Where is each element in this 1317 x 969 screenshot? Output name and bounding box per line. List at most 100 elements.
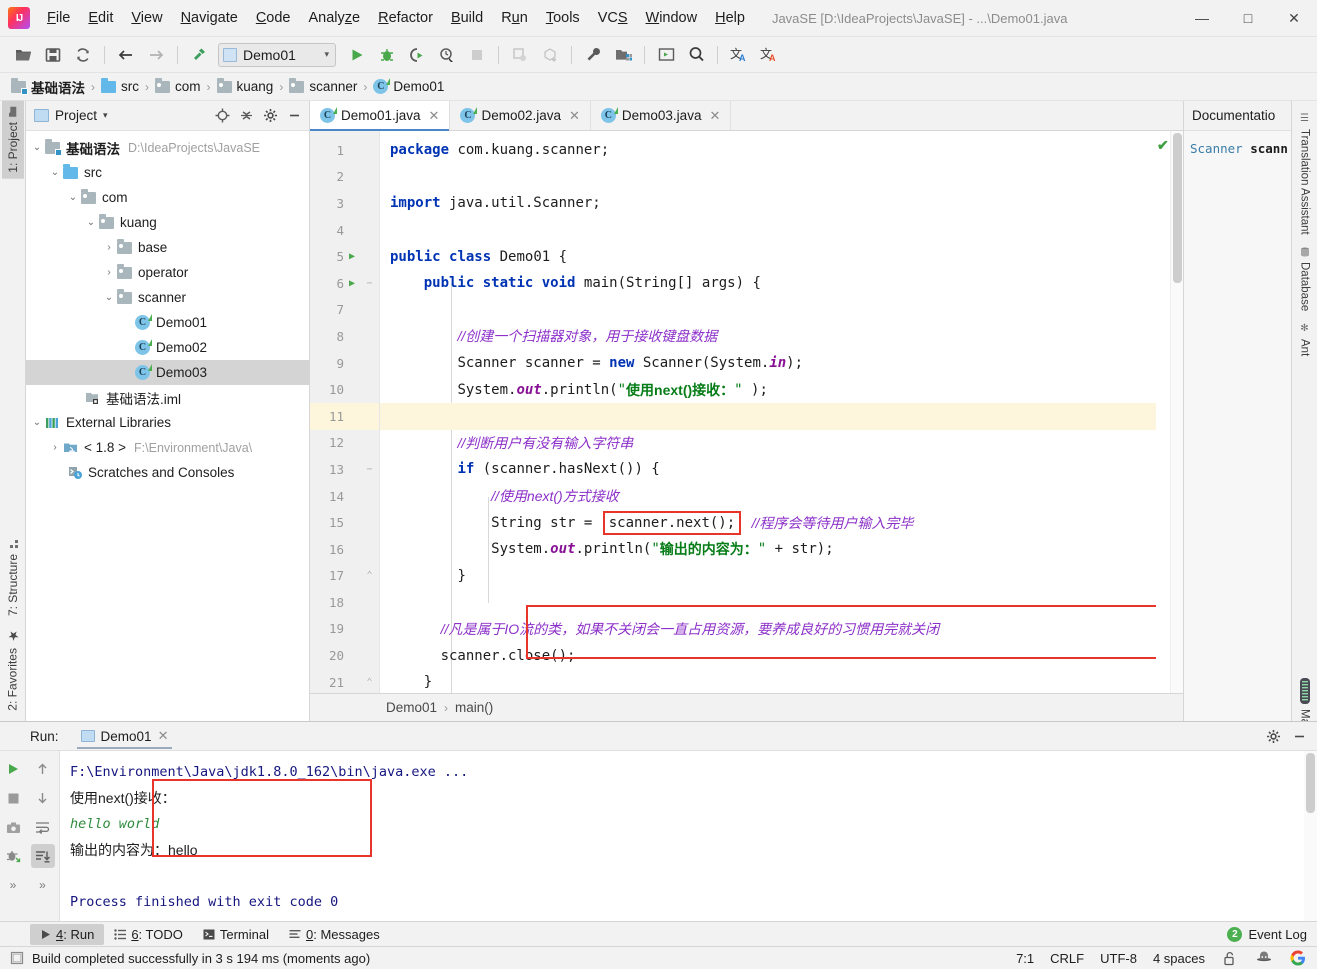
- menu-analyze[interactable]: Analyze: [300, 6, 370, 30]
- menu-code[interactable]: Code: [247, 6, 300, 30]
- settings-wrench-icon[interactable]: [579, 42, 607, 68]
- menu-file[interactable]: File: [38, 6, 79, 30]
- inspection-gutter[interactable]: ✔: [1156, 131, 1170, 693]
- twisty-icon[interactable]: ⌄: [66, 192, 80, 203]
- tree-item-com[interactable]: ⌄ com: [26, 185, 309, 210]
- breadcrumb-method[interactable]: main(): [455, 700, 493, 715]
- run-tab-demo01[interactable]: Demo01 ✕: [73, 724, 177, 748]
- tree-item-src[interactable]: ⌄ src: [26, 160, 309, 185]
- tree-item-demo03[interactable]: C Demo03: [26, 360, 309, 385]
- breadcrumb-src[interactable]: src: [98, 77, 142, 96]
- close-icon[interactable]: ✕: [707, 108, 722, 124]
- debug-icon[interactable]: [373, 42, 401, 68]
- soft-wrap-icon[interactable]: [31, 815, 55, 839]
- menu-tools[interactable]: Tools: [537, 6, 589, 30]
- close-button[interactable]: ✕: [1271, 0, 1317, 36]
- breadcrumb-class[interactable]: Demo01: [386, 700, 437, 715]
- stop-icon[interactable]: [1, 786, 25, 810]
- console-output[interactable]: F:\Environment\Java\jdk1.8.0_162\bin\jav…: [60, 751, 1317, 921]
- down-arrow-icon[interactable]: [31, 786, 55, 810]
- translate-replace-icon[interactable]: 文A: [755, 42, 783, 68]
- inspector-hat-icon[interactable]: [1255, 949, 1273, 967]
- tree-item-base[interactable]: › base: [26, 235, 309, 260]
- tool-window-run[interactable]: 4: Run: [30, 924, 104, 945]
- menu-refactor[interactable]: Refactor: [369, 6, 442, 30]
- sidebar-item-structure[interactable]: 7: Structure: [2, 532, 24, 622]
- scrollbar-thumb[interactable]: [1173, 133, 1182, 283]
- editor-scrollbar[interactable]: [1170, 131, 1183, 693]
- open-folder-icon[interactable]: [9, 42, 37, 68]
- tree-item-external-libraries[interactable]: ⌄ External Libraries: [26, 410, 309, 435]
- tool-window-messages[interactable]: 0: Messages: [279, 924, 390, 945]
- minimize-button[interactable]: —: [1179, 0, 1225, 36]
- run-configuration-selector[interactable]: Demo01 ▾: [218, 43, 336, 67]
- tree-item-demo02[interactable]: C Demo02: [26, 335, 309, 360]
- menu-build[interactable]: Build: [442, 6, 492, 30]
- tree-item-scanner[interactable]: ⌄ scanner: [26, 285, 309, 310]
- code-text-area[interactable]: package com.kuang.scanner; import java.u…: [380, 131, 1156, 693]
- commit-icon[interactable]: [536, 42, 564, 68]
- search-everywhere-icon[interactable]: [682, 42, 710, 68]
- maximize-button[interactable]: □: [1225, 0, 1271, 36]
- breadcrumb-demo01[interactable]: C Demo01: [370, 77, 447, 96]
- twisty-icon[interactable]: ⌄: [30, 142, 44, 153]
- google-icon[interactable]: [1289, 949, 1307, 967]
- tool-window-todo[interactable]: 6: TODO: [104, 924, 193, 945]
- breadcrumb-module[interactable]: 基础语法: [8, 75, 88, 99]
- more-icon[interactable]: »: [1, 873, 25, 897]
- menu-help[interactable]: Help: [706, 6, 754, 30]
- indent-indicator[interactable]: 4 spaces: [1153, 951, 1205, 966]
- console-icon[interactable]: [652, 42, 680, 68]
- menu-view[interactable]: View: [122, 6, 171, 30]
- event-log-label[interactable]: Event Log: [1248, 927, 1307, 942]
- locate-target-icon[interactable]: [211, 105, 233, 127]
- scroll-to-end-icon[interactable]: [31, 844, 55, 868]
- fold-icon[interactable]: −: [364, 278, 375, 289]
- forward-arrow-icon[interactable]: [142, 42, 170, 68]
- back-arrow-icon[interactable]: [112, 42, 140, 68]
- tree-item-iml[interactable]: 基础语法.iml: [26, 385, 309, 410]
- translate-icon[interactable]: 文A: [725, 42, 753, 68]
- project-structure-icon[interactable]: [609, 42, 637, 68]
- sidebar-item-favorites[interactable]: 2: Favorites ★: [1, 622, 24, 717]
- save-all-icon[interactable]: [39, 42, 67, 68]
- sidebar-item-translation-assistant[interactable]: ☰ Translation Assistant: [1295, 107, 1315, 241]
- run-icon[interactable]: [343, 42, 371, 68]
- twisty-icon[interactable]: ›: [48, 442, 62, 453]
- sidebar-item-database[interactable]: Database: [1295, 241, 1315, 317]
- twisty-icon[interactable]: ›: [102, 242, 116, 253]
- caret-position[interactable]: 7:1: [1016, 951, 1034, 966]
- twisty-icon[interactable]: ⌄: [102, 292, 116, 303]
- console-scrollbar[interactable]: [1304, 751, 1317, 921]
- menu-edit[interactable]: Edit: [79, 6, 122, 30]
- menu-window[interactable]: Window: [637, 6, 707, 30]
- more-icon[interactable]: »: [31, 873, 55, 897]
- scrollbar-thumb[interactable]: [1306, 753, 1315, 813]
- fold-icon[interactable]: −: [364, 464, 375, 475]
- tree-item-operator[interactable]: › operator: [26, 260, 309, 285]
- dump-threads-icon[interactable]: [1, 815, 25, 839]
- build-hammer-icon[interactable]: [185, 42, 213, 68]
- encoding-indicator[interactable]: UTF-8: [1100, 951, 1137, 966]
- update-project-icon[interactable]: [506, 42, 534, 68]
- twisty-icon[interactable]: ⌄: [48, 167, 62, 178]
- editor-gutter[interactable]: 1 2 3 4 5▶ 6▶− 7 8 9 10 11 12 13− 14 15 …: [310, 131, 380, 693]
- line-ending-indicator[interactable]: CRLF: [1050, 951, 1084, 966]
- profile-icon[interactable]: [433, 42, 461, 68]
- menu-run[interactable]: Run: [492, 6, 537, 30]
- lock-open-icon[interactable]: [1221, 949, 1239, 967]
- settings-gear-icon[interactable]: [1261, 724, 1285, 748]
- tab-demo01-java[interactable]: C Demo01.java ✕: [310, 101, 450, 130]
- fold-icon[interactable]: ⌃: [364, 677, 375, 688]
- up-arrow-icon[interactable]: [31, 757, 55, 781]
- menu-navigate[interactable]: Navigate: [172, 6, 247, 30]
- menu-vcs[interactable]: VCS: [589, 6, 637, 30]
- run-with-coverage-icon[interactable]: [403, 42, 431, 68]
- chevron-down-icon[interactable]: ▾: [103, 110, 108, 121]
- chevron-down-icon[interactable]: ▾: [314, 49, 329, 60]
- tree-item-demo01[interactable]: C Demo01: [26, 310, 309, 335]
- tree-item-scratches[interactable]: Scratches and Consoles: [26, 460, 309, 485]
- close-icon[interactable]: ✕: [427, 108, 442, 124]
- breadcrumb-scanner[interactable]: scanner: [286, 77, 360, 96]
- fold-icon[interactable]: ⌃: [364, 570, 375, 581]
